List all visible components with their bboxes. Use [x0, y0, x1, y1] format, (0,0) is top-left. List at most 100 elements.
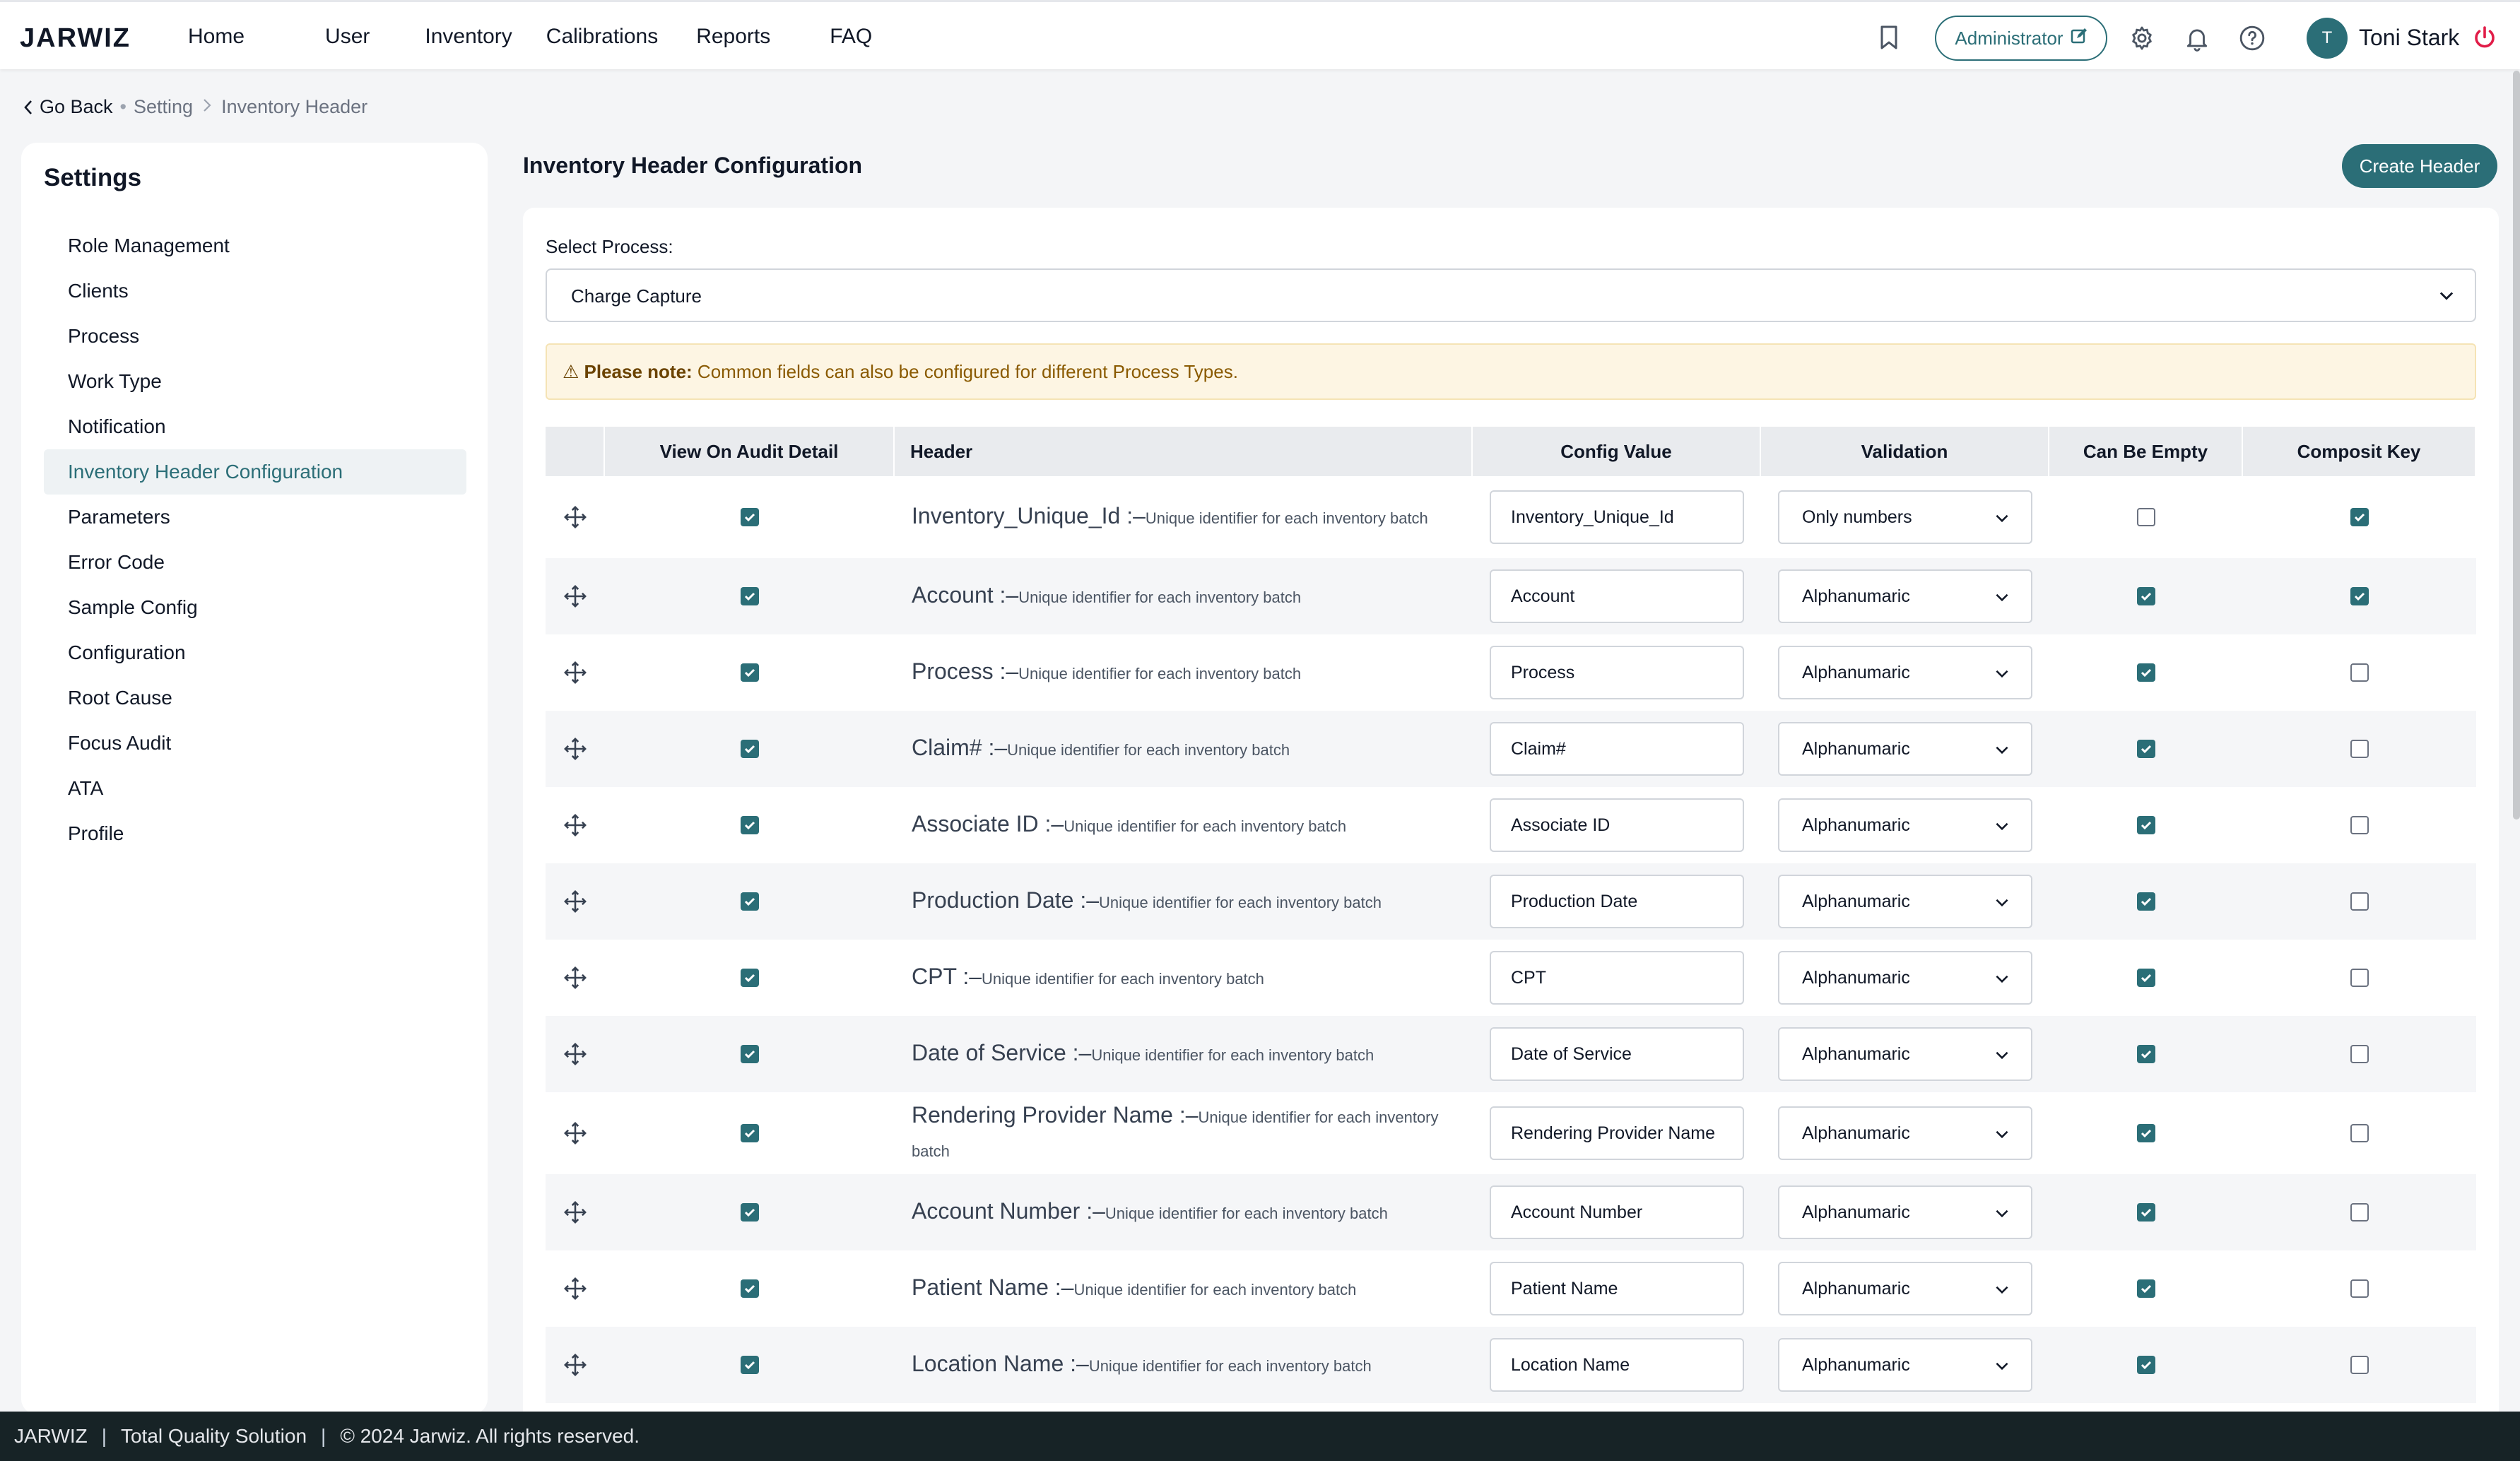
view-on-audit-checkbox[interactable]	[741, 663, 759, 682]
config-value-input[interactable]: Account	[1490, 569, 1744, 623]
view-on-audit-checkbox[interactable]	[741, 1124, 759, 1142]
sidebar-item-work-type[interactable]: Work Type	[44, 359, 466, 404]
composit-key-checkbox[interactable]	[2350, 892, 2369, 911]
validation-select[interactable]: Alphanumaric	[1778, 1027, 2032, 1081]
validation-select[interactable]: Alphanumaric	[1778, 722, 2032, 776]
config-value-input[interactable]: Associate ID	[1490, 798, 1744, 852]
user-name[interactable]: Toni Stark	[2359, 25, 2459, 51]
config-value-input[interactable]: Claim#	[1490, 722, 1744, 776]
nav-faq[interactable]: FAQ	[830, 25, 872, 49]
page-scrollbar[interactable]	[2513, 71, 2520, 820]
go-back-link[interactable]: Go Back	[23, 96, 113, 118]
composit-key-checkbox[interactable]	[2350, 816, 2369, 834]
config-value-input[interactable]: Rendering Provider Name	[1490, 1106, 1744, 1160]
view-on-audit-checkbox[interactable]	[741, 1356, 759, 1374]
avatar[interactable]: T	[2307, 18, 2348, 59]
composit-key-checkbox[interactable]	[2350, 508, 2369, 526]
config-value-input[interactable]: Account Number	[1490, 1185, 1744, 1239]
view-on-audit-checkbox[interactable]	[741, 816, 759, 834]
can-be-empty-checkbox[interactable]	[2137, 969, 2155, 987]
composit-key-checkbox[interactable]	[2350, 1356, 2369, 1374]
sidebar-item-role-management[interactable]: Role Management	[44, 223, 466, 268]
sidebar-item-process[interactable]: Process	[44, 314, 466, 359]
can-be-empty-checkbox[interactable]	[2137, 892, 2155, 911]
drag-handle-icon[interactable]	[546, 1016, 605, 1092]
nav-home[interactable]: Home	[188, 25, 245, 49]
sidebar-item-parameters[interactable]: Parameters	[44, 495, 466, 540]
config-value-input[interactable]: Location Name	[1490, 1338, 1744, 1392]
view-on-audit-checkbox[interactable]	[741, 1279, 759, 1298]
view-on-audit-checkbox[interactable]	[741, 1203, 759, 1222]
drag-handle-icon[interactable]	[546, 476, 605, 558]
composit-key-checkbox[interactable]	[2350, 1203, 2369, 1222]
drag-handle-icon[interactable]	[546, 1327, 605, 1403]
drag-handle-icon[interactable]	[546, 940, 605, 1016]
help-icon[interactable]	[2239, 25, 2266, 57]
validation-select[interactable]: Alphanumaric	[1778, 646, 2032, 699]
drag-handle-icon[interactable]	[546, 711, 605, 787]
nav-calibrations[interactable]: Calibrations	[546, 25, 658, 49]
can-be-empty-checkbox[interactable]	[2137, 1203, 2155, 1222]
view-on-audit-checkbox[interactable]	[741, 740, 759, 758]
composit-key-checkbox[interactable]	[2350, 587, 2369, 605]
drag-handle-icon[interactable]	[546, 1174, 605, 1250]
jarwiz-logo[interactable]: JARWIZ	[20, 23, 131, 54]
validation-select[interactable]: Alphanumaric	[1778, 798, 2032, 852]
composit-key-checkbox[interactable]	[2350, 1045, 2369, 1063]
composit-key-checkbox[interactable]	[2350, 663, 2369, 682]
config-value-input[interactable]: CPT	[1490, 951, 1744, 1005]
validation-select[interactable]: Only numbers	[1778, 490, 2032, 544]
sidebar-item-configuration[interactable]: Configuration	[44, 630, 466, 675]
validation-select[interactable]: Alphanumaric	[1778, 1262, 2032, 1315]
drag-handle-icon[interactable]	[546, 863, 605, 940]
sidebar-item-profile[interactable]: Profile	[44, 811, 466, 856]
composit-key-checkbox[interactable]	[2350, 1124, 2369, 1142]
process-select[interactable]: Charge Capture	[546, 268, 2476, 322]
can-be-empty-checkbox[interactable]	[2137, 740, 2155, 758]
bookmark-icon[interactable]	[1878, 25, 1900, 55]
drag-handle-icon[interactable]	[546, 558, 605, 634]
composit-key-checkbox[interactable]	[2350, 740, 2369, 758]
can-be-empty-checkbox[interactable]	[2137, 1356, 2155, 1374]
config-value-input[interactable]: Inventory_Unique_Id	[1490, 490, 1744, 544]
sidebar-item-clients[interactable]: Clients	[44, 268, 466, 314]
validation-select[interactable]: Alphanumaric	[1778, 569, 2032, 623]
nav-user[interactable]: User	[325, 25, 370, 49]
power-icon[interactable]	[2472, 25, 2497, 57]
view-on-audit-checkbox[interactable]	[741, 1045, 759, 1063]
validation-select[interactable]: Alphanumaric	[1778, 951, 2032, 1005]
sidebar-item-root-cause[interactable]: Root Cause	[44, 675, 466, 721]
sidebar-item-notification[interactable]: Notification	[44, 404, 466, 449]
sidebar-item-ata[interactable]: ATA	[44, 766, 466, 811]
validation-select[interactable]: Alphanumaric	[1778, 875, 2032, 928]
view-on-audit-checkbox[interactable]	[741, 969, 759, 987]
gear-icon[interactable]	[2129, 25, 2155, 57]
drag-handle-icon[interactable]	[546, 1092, 605, 1174]
sidebar-item-sample-config[interactable]: Sample Config	[44, 585, 466, 630]
can-be-empty-checkbox[interactable]	[2137, 816, 2155, 834]
view-on-audit-checkbox[interactable]	[741, 587, 759, 605]
validation-select[interactable]: Alphanumaric	[1778, 1338, 2032, 1392]
bell-icon[interactable]	[2184, 25, 2210, 57]
can-be-empty-checkbox[interactable]	[2137, 1124, 2155, 1142]
role-badge[interactable]: Administrator	[1935, 16, 2107, 61]
can-be-empty-checkbox[interactable]	[2137, 1045, 2155, 1063]
can-be-empty-checkbox[interactable]	[2137, 663, 2155, 682]
view-on-audit-checkbox[interactable]	[741, 892, 759, 911]
sidebar-item-error-code[interactable]: Error Code	[44, 540, 466, 585]
config-value-input[interactable]: Process	[1490, 646, 1744, 699]
config-value-input[interactable]: Date of Service	[1490, 1027, 1744, 1081]
config-value-input[interactable]: Patient Name	[1490, 1262, 1744, 1315]
validation-select[interactable]: Alphanumaric	[1778, 1106, 2032, 1160]
validation-select[interactable]: Alphanumaric	[1778, 1185, 2032, 1239]
drag-handle-icon[interactable]	[546, 1250, 605, 1327]
composit-key-checkbox[interactable]	[2350, 1279, 2369, 1298]
composit-key-checkbox[interactable]	[2350, 969, 2369, 987]
can-be-empty-checkbox[interactable]	[2137, 587, 2155, 605]
nav-inventory[interactable]: Inventory	[425, 25, 512, 49]
sidebar-item-focus-audit[interactable]: Focus Audit	[44, 721, 466, 766]
view-on-audit-checkbox[interactable]	[741, 508, 759, 526]
can-be-empty-checkbox[interactable]	[2137, 508, 2155, 526]
drag-handle-icon[interactable]	[546, 634, 605, 711]
breadcrumb-setting[interactable]: Setting	[134, 96, 193, 118]
